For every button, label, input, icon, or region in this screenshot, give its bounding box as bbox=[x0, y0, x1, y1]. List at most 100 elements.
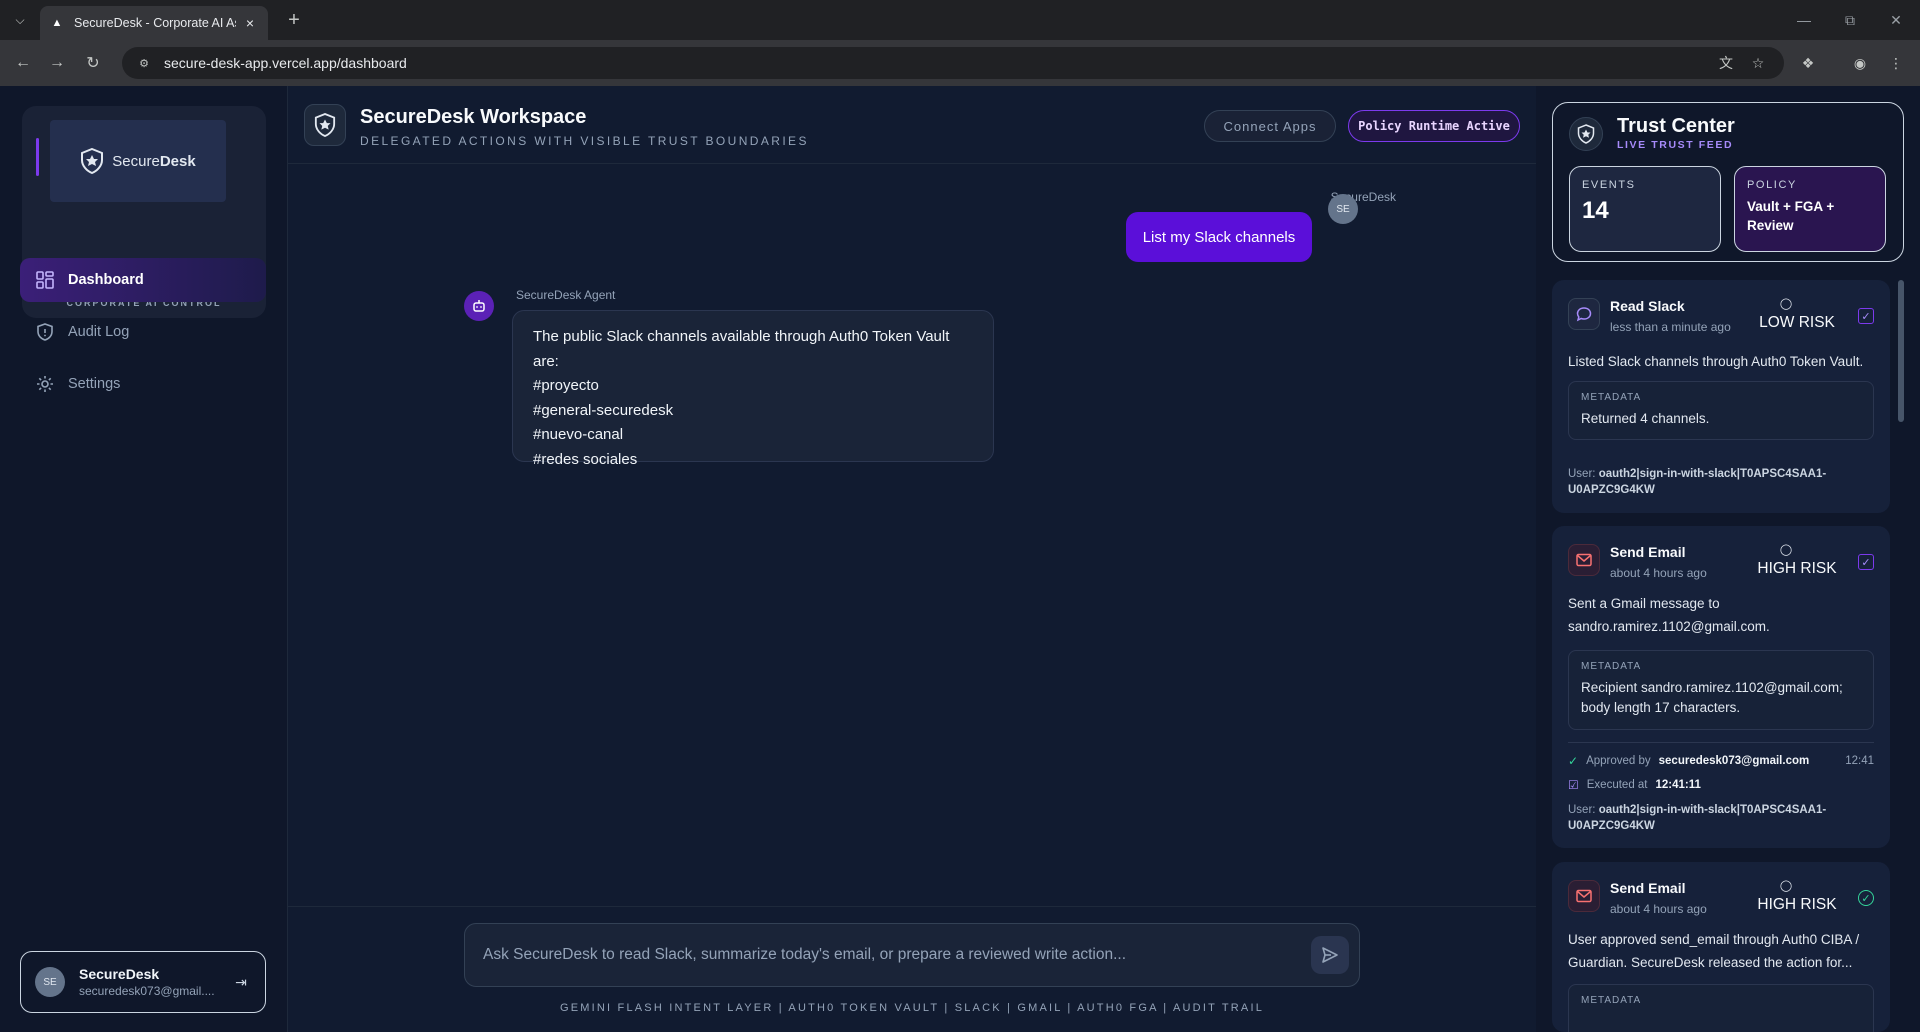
back-arrow-icon[interactable]: ← bbox=[10, 50, 36, 76]
shield-icon: ◯ bbox=[1779, 297, 1793, 310]
shield-logo-icon bbox=[81, 148, 104, 174]
sidebar-item-label: Dashboard bbox=[68, 272, 144, 288]
policy-value: Vault + FGA + Review bbox=[1747, 199, 1835, 233]
risk-badge: LOW RISK bbox=[1759, 314, 1835, 331]
event-user: User: oauth2|sign-in-with-slack|T0APSC4S… bbox=[1568, 804, 1827, 832]
tab-title: SecureDesk - Corporate AI Assi bbox=[74, 16, 236, 30]
metadata-label: METADATA bbox=[1581, 995, 1642, 1006]
trust-center-header: Trust Center LIVE TRUST FEED EVENTS 14 P… bbox=[1552, 102, 1904, 262]
trust-event-card[interactable]: Send Email about 4 hours ago ◯ HIGH RISK… bbox=[1552, 862, 1890, 1032]
agent-message-bubble: The public Slack channels available thro… bbox=[512, 310, 994, 468]
trust-event-card[interactable]: Read Slack less than a minute ago ◯ LOW … bbox=[1552, 280, 1890, 513]
bookmark-star-icon[interactable]: ☆ bbox=[1748, 53, 1768, 73]
workspace-header: SecureDesk Workspace DELEGATED ACTIONS W… bbox=[288, 86, 1536, 164]
shield-icon bbox=[36, 323, 54, 341]
trust-event-card[interactable]: Send Email about 4 hours ago ◯ HIGH RISK… bbox=[1552, 526, 1890, 848]
mail-icon bbox=[1568, 544, 1600, 576]
event-description: Listed Slack channels through Auth0 Toke… bbox=[1568, 354, 1864, 369]
page-subtitle: DELEGATED ACTIONS WITH VISIBLE TRUST BOU… bbox=[360, 134, 809, 148]
event-user: User: oauth2|sign-in-with-slack|T0APSC4S… bbox=[1568, 468, 1827, 496]
profile-icon[interactable]: ◉ bbox=[1850, 53, 1870, 73]
metadata-text: Returned 4 channels. bbox=[1581, 411, 1710, 426]
user-info: SecureDesk securedesk073@gmail.... bbox=[79, 966, 231, 998]
reload-icon[interactable]: ↻ bbox=[80, 50, 106, 76]
shield-logo-icon bbox=[304, 104, 346, 146]
tab-list-chevron-icon[interactable]: ⌵ bbox=[8, 8, 32, 32]
restore-icon[interactable]: ⧉ bbox=[1836, 6, 1864, 34]
user-card[interactable]: SE SecureDesk securedesk073@gmail.... ⇥ bbox=[20, 951, 266, 1013]
approved-check-icon: ✓ bbox=[1858, 890, 1874, 906]
sidebar: SecureDesk CORPORATE AI CONTROL Dashboar… bbox=[0, 86, 288, 1032]
address-bar[interactable]: ⚙ secure-desk-app.vercel.app/dashboard bbox=[122, 47, 1784, 79]
logout-icon[interactable]: ⇥ bbox=[231, 972, 251, 992]
browser-tabbar: ⌵ ▲ SecureDesk - Corporate AI Assi × + —… bbox=[0, 0, 1920, 40]
event-description: User approved send_email through Auth0 C… bbox=[1568, 932, 1860, 970]
integration-footer: GEMINI FLASH INTENT LAYER | AUTH0 TOKEN … bbox=[559, 1002, 1265, 1014]
event-time: about 4 hours ago bbox=[1610, 902, 1707, 916]
minimize-icon[interactable]: — bbox=[1790, 6, 1818, 34]
metadata-label: METADATA bbox=[1581, 661, 1642, 672]
shield-icon: ◯ bbox=[1779, 879, 1793, 892]
executed-check-icon: ☑ bbox=[1568, 778, 1579, 792]
triangle-favicon-icon: ▲ bbox=[51, 17, 63, 29]
agent-message-line: The public Slack channels available thro… bbox=[533, 328, 950, 370]
events-count: 14 bbox=[1582, 197, 1609, 224]
sidebar-item-label: Audit Log bbox=[68, 324, 130, 340]
approved-check-icon: ✓ bbox=[1568, 754, 1579, 768]
event-metadata: METADATA bbox=[1568, 984, 1874, 1032]
user-message-bubble: List my Slack channels bbox=[1126, 212, 1312, 262]
sidebar-item-audit-log[interactable]: Audit Log bbox=[20, 310, 266, 354]
user-message-sender: SecureDesk bbox=[1330, 190, 1396, 204]
browser-tab[interactable]: ▲ SecureDesk - Corporate AI Assi × bbox=[40, 6, 268, 40]
executed-check-icon: ✓ bbox=[1858, 308, 1874, 324]
policy-label: POLICY bbox=[1747, 179, 1797, 191]
risk-badge: HIGH RISK bbox=[1757, 560, 1837, 577]
trust-center-title: Trust Center bbox=[1617, 115, 1735, 137]
events-label: EVENTS bbox=[1582, 179, 1636, 191]
window-close-icon[interactable]: ✕ bbox=[1882, 6, 1910, 34]
agent-message-sender: SecureDesk Agent bbox=[516, 288, 616, 302]
risk-badge: HIGH RISK bbox=[1757, 896, 1837, 913]
shield-icon: ◯ bbox=[1779, 543, 1793, 556]
metadata-text: Recipient sandro.ramirez.1102@gmail.com;… bbox=[1581, 680, 1843, 715]
send-icon[interactable] bbox=[1311, 936, 1349, 974]
url-text: secure-desk-app.vercel.app/dashboard bbox=[164, 55, 407, 71]
forward-arrow-icon[interactable]: → bbox=[44, 50, 70, 76]
event-description: Sent a Gmail message to sandro.ramirez.1… bbox=[1568, 596, 1770, 634]
bot-icon bbox=[464, 291, 494, 321]
user-email: securedesk073@gmail.... bbox=[79, 984, 215, 998]
events-stat: EVENTS 14 bbox=[1569, 166, 1721, 252]
translate-icon[interactable]: 文 bbox=[1716, 53, 1736, 73]
new-tab-plus-icon[interactable]: + bbox=[282, 8, 306, 32]
avatar: SE bbox=[35, 967, 65, 997]
agent-message-line: #proyecto bbox=[533, 377, 599, 394]
main-workspace: SecureDesk Workspace DELEGATED ACTIONS W… bbox=[288, 86, 1536, 1032]
agent-message-line: #general-securedesk bbox=[533, 401, 674, 419]
trust-feed-scrollbar[interactable] bbox=[1898, 280, 1904, 422]
sidebar-item-settings[interactable]: Settings bbox=[20, 362, 266, 406]
close-tab-icon[interactable]: × bbox=[242, 15, 258, 31]
trust-center-subtitle: LIVE TRUST FEED bbox=[1617, 139, 1734, 151]
divider bbox=[1568, 742, 1874, 743]
event-title: Send Email bbox=[1610, 544, 1686, 560]
sidebar-item-dashboard[interactable]: Dashboard bbox=[20, 258, 266, 302]
event-title: Read Slack bbox=[1610, 298, 1685, 314]
grid-icon bbox=[36, 271, 54, 289]
browser-toolbar: ← → ↻ ⚙ secure-desk-app.vercel.app/dashb… bbox=[0, 40, 1920, 86]
approval-line: ✓ Approved by securedesk073@gmail.com 12… bbox=[1568, 754, 1874, 768]
extensions-puzzle-icon[interactable]: ❖ bbox=[1798, 53, 1818, 73]
event-time: less than a minute ago bbox=[1610, 320, 1731, 334]
event-metadata: METADATA Recipient sandro.ramirez.1102@g… bbox=[1568, 650, 1874, 730]
user-name: SecureDesk bbox=[79, 966, 160, 982]
shield-logo-icon bbox=[1569, 117, 1603, 151]
menu-kebab-icon[interactable]: ⋮ bbox=[1886, 53, 1906, 73]
connect-apps-button[interactable]: Connect Apps bbox=[1204, 110, 1336, 142]
composer bbox=[464, 923, 1360, 987]
message-input[interactable] bbox=[483, 946, 1311, 964]
brand-name: SecureDesk bbox=[112, 152, 196, 170]
mail-icon bbox=[1568, 880, 1600, 912]
gear-icon bbox=[36, 375, 54, 393]
site-info-icon[interactable]: ⚙ bbox=[136, 55, 152, 71]
page-title: SecureDesk Workspace bbox=[360, 106, 587, 128]
sidebar-item-label: Settings bbox=[68, 376, 121, 392]
